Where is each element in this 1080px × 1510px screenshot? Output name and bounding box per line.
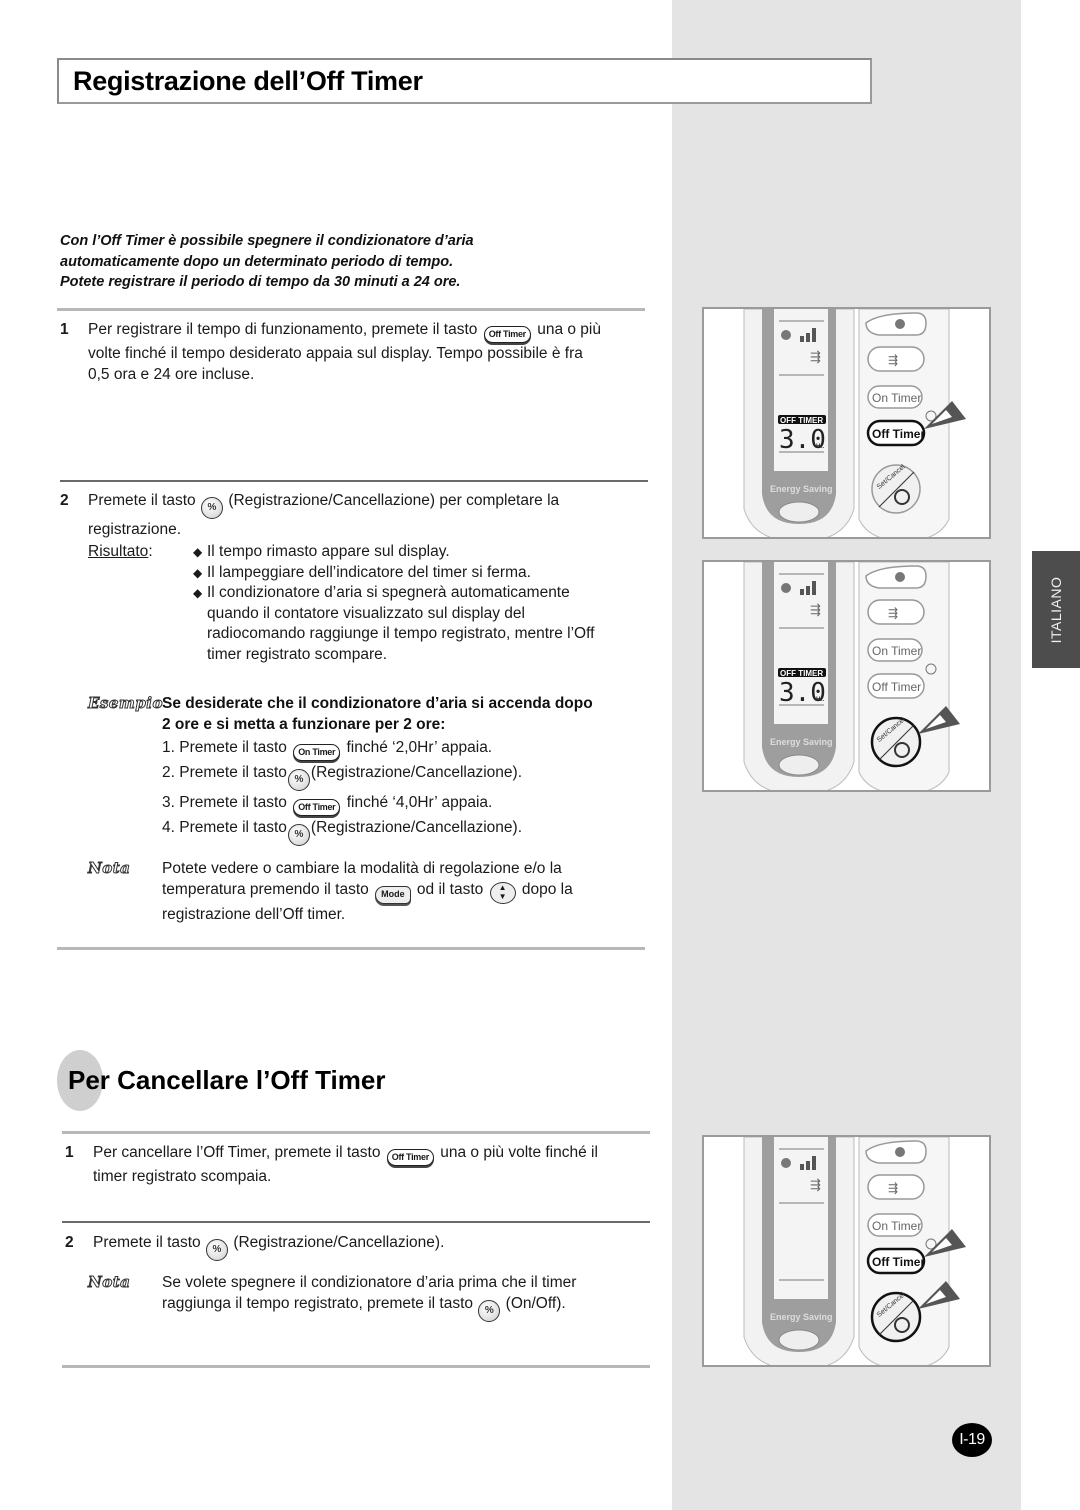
energy-saving-button — [778, 754, 820, 776]
step-number: 1 — [60, 321, 69, 338]
swing-icon: ⇶ — [888, 606, 898, 620]
divider — [62, 1221, 650, 1223]
fan-icon — [895, 319, 905, 329]
fan-icon — [895, 1147, 905, 1157]
energy-saving-button — [778, 1329, 820, 1351]
intro-line: Con l’Off Timer è possibile spegnere il … — [60, 233, 474, 249]
remote-illustration: ⇶ OFF TIMER 3.0 Hr. Energy Saving ⇶ On Timer Of… — [702, 307, 991, 539]
set-cancel-button-icon: % — [287, 824, 310, 846]
lcd-timer-value: 3.0 — [779, 678, 826, 708]
energy-saving-label: Energy Saving — [770, 1312, 833, 1322]
energy-saving-label: Energy Saving — [770, 484, 833, 494]
swing-icon: ⇶ — [810, 602, 821, 617]
step-text: una o più — [537, 321, 601, 338]
off-timer-button-icon: Off Timer — [293, 799, 341, 816]
intro-line: Potete registrare il periodo di tempo da… — [60, 274, 461, 290]
cancel-step-1: 1 Per cancellare l’Off Timer, premete il… — [65, 1144, 598, 1185]
language-tab: ITALIANO — [1032, 551, 1080, 668]
note-tag: Nota — [87, 859, 131, 878]
off-timer-button-label: Off Timer — [872, 1255, 925, 1269]
note-text: Se volete spegnere il condizionatore d’a… — [162, 1272, 652, 1322]
note-text: Potete vedere o cambiare la modalità di … — [162, 860, 573, 923]
intro-line: automaticamente dopo un determinato peri… — [60, 253, 454, 270]
result-item: ◆ Il lampeggiare dell’indicatore del time… — [193, 563, 613, 584]
example-steps: 1. Premete il tasto On Timer finché ‘2,0… — [162, 736, 642, 846]
step-number: 2 — [65, 1234, 74, 1251]
divider — [60, 480, 648, 482]
divider — [57, 308, 645, 311]
set-cancel-button-icon: % — [201, 497, 223, 519]
step-text: Per registrare il tempo di funzionamento… — [88, 321, 478, 338]
set-cancel-button-icon: % — [206, 1239, 228, 1261]
step-text: registrazione. — [88, 521, 182, 538]
divider — [57, 947, 645, 950]
example-step: 4. Premete il tasto% (Registrazione/Cance… — [162, 816, 642, 846]
on-timer-button-label: On Timer — [872, 391, 921, 405]
example-tag: Esempio — [88, 694, 163, 713]
section-heading: Per Cancellare l’Off Timer — [68, 1065, 386, 1095]
temperature-up-down-button-icon: ▲ ▼ — [489, 882, 516, 904]
fan-icon — [895, 572, 905, 582]
set-cancel-button-icon: % — [287, 769, 310, 791]
example-title: Se desiderate che il condizionatore d’ar… — [162, 695, 593, 733]
example-step: 3. Premete il tasto Off Timer finché ‘4,… — [162, 791, 642, 816]
on-timer-button-label: On Timer — [872, 1219, 921, 1233]
lcd-timer-label: OFF TIMER — [780, 416, 823, 425]
step-1: 1 Per registrare il tempo di funzionamen… — [60, 319, 650, 385]
cancel-step-2: 2 Premete il tasto % (Registrazione/Canc… — [65, 1232, 655, 1261]
step-2: 2 Premete il tasto % (Registrazione/Canc… — [60, 490, 650, 538]
swing-icon: ⇶ — [888, 1181, 898, 1195]
result-label: Risultato: — [88, 543, 153, 560]
page-number: I-19 — [952, 1423, 992, 1457]
lcd-timer-unit: Hr. — [816, 444, 824, 450]
energy-saving-label: Energy Saving — [770, 737, 833, 747]
swing-icon: ⇶ — [888, 353, 898, 367]
remote-svg: ⇶ OFF TIMER3.0Hr. Energy Saving ⇶ On Timer Of… — [743, 309, 966, 537]
off-timer-button-icon: Off Timer — [483, 326, 531, 343]
diamond-bullet-icon: ◆ — [193, 586, 203, 600]
on-timer-button-label: On Timer — [872, 644, 921, 658]
note-tag: Nota — [87, 1273, 131, 1292]
off-timer-button-label: Off Timer — [872, 427, 925, 441]
step-text: Premete il tasto — [88, 492, 196, 509]
remote-illustration: ⇶ Energy Saving ⇶ On Timer Off Timer Set/Canc… — [702, 1135, 991, 1367]
result-item: ◆ Il tempo rimasto appare sul display. — [193, 542, 613, 563]
energy-saving-button — [778, 501, 820, 523]
remote-svg: ⇶ OFF TIMER3.0Hr. Energy Saving ⇶ On Timer Of… — [743, 562, 960, 790]
intro-paragraph: Con l’Off Timer è possibile spegnere il … — [60, 231, 640, 293]
power-button-icon: % — [478, 1300, 501, 1322]
divider — [62, 1131, 650, 1134]
lcd-timer-label: OFF TIMER — [780, 669, 823, 678]
step-number: 1 — [65, 1144, 74, 1161]
remote-svg: ⇶Energy Saving⇶On TimerOff TimerSet/Canc… — [743, 1137, 966, 1365]
divider — [62, 1365, 650, 1368]
result-item: ◆ Il condizionatore d’aria si spegnerà au… — [193, 584, 595, 663]
diamond-bullet-icon: ◆ — [193, 565, 203, 580]
page-title-box: Registrazione dell’Off Timer — [57, 58, 872, 104]
example-step: 1. Premete il tasto On Timer finché ‘2,0… — [162, 736, 642, 761]
step-text: volte finché il tempo desiderato appaia … — [88, 345, 583, 362]
step-text: 0,5 ora e 24 ore incluse. — [88, 366, 255, 383]
on-timer-button-icon: On Timer — [293, 744, 341, 761]
remote-illustration: ⇶ OFF TIMER 3.0 Hr. Energy Saving ⇶ On Timer Of… — [702, 560, 991, 792]
off-timer-button-icon: Off Timer — [386, 1149, 434, 1166]
swing-icon: ⇶ — [810, 1177, 821, 1192]
diamond-bullet-icon: ◆ — [193, 545, 203, 559]
lcd-timer-value: 3.0 — [779, 425, 826, 455]
lcd-timer-unit: Hr. — [816, 697, 824, 703]
example-step: 2. Premete il tasto% (Registrazione/Cance… — [162, 761, 642, 791]
mode-button-icon: Mode — [375, 886, 411, 904]
result-list: ◆ Il tempo rimasto appare sul display. ◆ I… — [193, 542, 613, 665]
page-title: Registrazione dell’Off Timer — [73, 66, 423, 96]
step-text: (Registrazione/Cancellazione) per comple… — [228, 492, 560, 509]
step-number: 2 — [60, 492, 69, 509]
swing-icon: ⇶ — [810, 349, 821, 364]
off-timer-button-label: Off Timer — [872, 680, 921, 694]
